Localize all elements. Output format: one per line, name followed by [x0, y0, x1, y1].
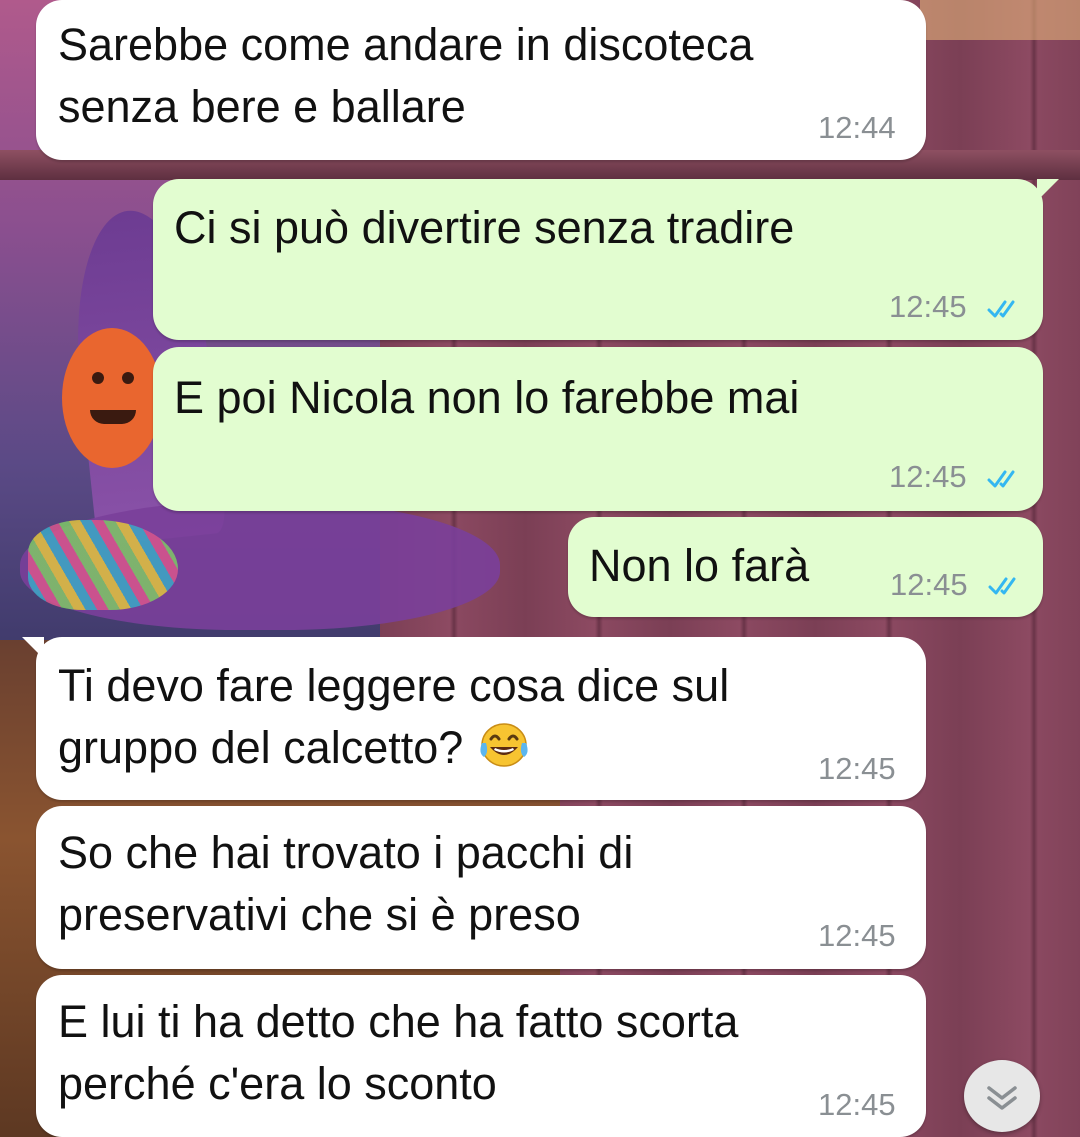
double-chevron-down-icon — [987, 1086, 1017, 1110]
message-text: Non lo farà — [589, 540, 810, 591]
message-time: 12:45 — [818, 1087, 896, 1122]
message-incoming[interactable]: Sarebbe come andare in discoteca senza b… — [36, 0, 926, 160]
read-receipt-icon — [987, 300, 1015, 318]
message-time: 12:45 — [889, 459, 967, 494]
message-incoming[interactable]: So che hai trovato i pacchi di preservat… — [36, 806, 926, 969]
message-text: Ci si può divertire senza tradire — [174, 202, 795, 253]
message-incoming[interactable]: E lui ti ha detto che ha fatto scorta pe… — [36, 975, 926, 1137]
message-text: So che hai trovato i pacchi di preservat… — [58, 827, 634, 940]
message-incoming[interactable]: Ti devo fare leggere cosa dice sul grupp… — [22, 637, 926, 800]
message-time: 12:45 — [818, 751, 896, 786]
message-time: 12:45 — [889, 289, 967, 324]
message-text: Ti devo fare leggere cosa dice sul grupp… — [58, 660, 730, 773]
read-receipt-icon — [988, 577, 1016, 595]
read-receipt-icon — [987, 470, 1015, 488]
scroll-to-bottom-button[interactable] — [964, 1060, 1040, 1132]
message-time: 12:44 — [818, 110, 896, 145]
message-time: 12:45 — [818, 918, 896, 953]
message-list[interactable]: Sarebbe come andare in discoteca senza b… — [0, 0, 1080, 1137]
message-text: E poi Nicola non lo farebbe mai — [174, 372, 800, 423]
message-outgoing[interactable]: E poi Nicola non lo farebbe mai 12:45 — [153, 347, 1043, 511]
message-outgoing[interactable]: Ci si può divertire senza tradire 12:45 — [153, 179, 1059, 340]
message-time: 12:45 — [890, 567, 968, 602]
message-text: Sarebbe come andare in discoteca senza b… — [58, 19, 754, 132]
message-outgoing[interactable]: Non lo farà 12:45 — [568, 517, 1043, 617]
message-text: E lui ti ha detto che ha fatto scorta pe… — [58, 996, 739, 1109]
face-with-tears-of-joy-icon — [480, 723, 528, 767]
